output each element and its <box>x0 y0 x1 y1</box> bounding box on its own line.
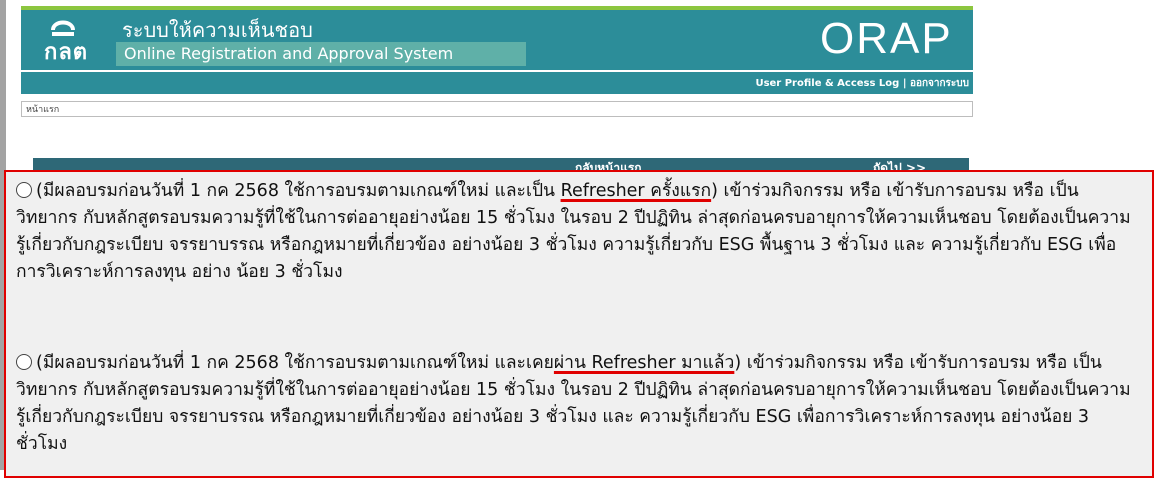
system-title-english: Online Registration and Approval System <box>116 42 526 66</box>
radio-button[interactable] <box>16 354 32 370</box>
link-separator: | <box>902 78 907 89</box>
option-text-pre: (มีผลอบรมก่อนวันที่ 1 กค 2568 ใช้การอบรม… <box>36 181 561 201</box>
option-list-highlight: (มีผลอบรมก่อนวันที่ 1 กค 2568 ใช้การอบรม… <box>4 170 1154 478</box>
option-text-pre: (มีผลอบรมก่อนวันที่ 1 กค 2568 ใช้การอบรม… <box>36 353 554 373</box>
option-refresher-first[interactable]: (มีผลอบรมก่อนวันที่ 1 กค 2568 ใช้การอบรม… <box>16 178 1140 286</box>
radio-button[interactable] <box>16 182 32 198</box>
logo-text: กลต <box>44 40 89 65</box>
option-highlight: ผ่าน Refresher มาแล้ว <box>553 353 735 373</box>
logout-link[interactable]: ออกจากระบบ <box>910 78 969 89</box>
brand-logo: ORAP <box>820 14 953 63</box>
breadcrumb: หน้าแรก <box>21 101 973 117</box>
breadcrumb-home[interactable]: หน้าแรก <box>26 105 59 115</box>
user-bar: User Profile & Access Log | ออกจากระบบ <box>21 72 973 94</box>
user-profile-link[interactable]: User Profile & Access Log <box>755 78 899 89</box>
option-highlight: Refresher ครั้งแรก <box>560 181 712 201</box>
user-links: User Profile & Access Log | ออกจากระบบ <box>755 76 969 91</box>
option-refresher-passed[interactable]: (มีผลอบรมก่อนวันที่ 1 กค 2568 ใช้การอบรม… <box>16 350 1140 458</box>
header-accent-line <box>21 6 973 10</box>
